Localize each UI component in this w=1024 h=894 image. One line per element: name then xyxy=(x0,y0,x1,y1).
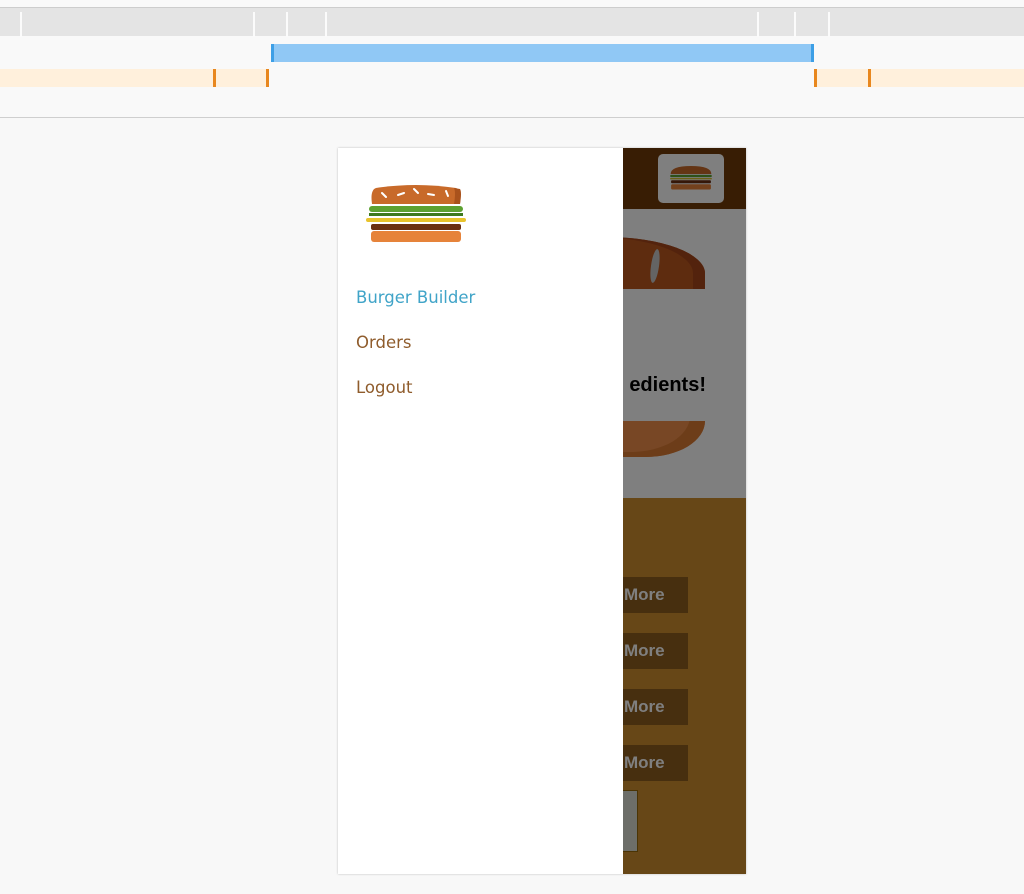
nav-item-logout: Logout xyxy=(354,376,607,421)
breakpoint-marker[interactable] xyxy=(213,69,216,87)
ruler-tick xyxy=(757,12,759,37)
ruler-tick xyxy=(794,12,796,37)
nav-item-orders: Orders xyxy=(354,331,607,376)
nav-link-burger-builder[interactable]: Burger Builder xyxy=(354,286,477,309)
breakpoint-bar-right[interactable] xyxy=(816,69,1024,87)
breakpoint-marker[interactable] xyxy=(814,69,817,87)
breakpoint-marker[interactable] xyxy=(266,69,269,87)
ruler-tick xyxy=(253,12,255,37)
breakpoint-marker[interactable] xyxy=(868,69,871,87)
navigation-items: Burger Builder Orders Logout xyxy=(354,286,607,421)
side-drawer: Burger Builder Orders Logout xyxy=(338,148,623,874)
nav-link-logout[interactable]: Logout xyxy=(354,376,415,399)
device-width-bar[interactable] xyxy=(271,44,814,62)
nav-item-burger-builder: Burger Builder xyxy=(354,286,607,331)
devtools-toolbar xyxy=(0,0,1024,118)
drawer-logo xyxy=(364,180,468,242)
ruler-tick xyxy=(286,12,288,37)
ruler-tick xyxy=(828,12,830,37)
media-query-ruler[interactable] xyxy=(0,7,1024,37)
nav-link-orders[interactable]: Orders xyxy=(354,331,414,354)
breakpoint-bar-left[interactable] xyxy=(0,69,268,87)
ruler-tick xyxy=(20,12,22,37)
ruler-tick xyxy=(325,12,327,37)
device-viewport: edients! More More More More xyxy=(338,148,746,874)
burger-logo-icon xyxy=(366,185,466,242)
